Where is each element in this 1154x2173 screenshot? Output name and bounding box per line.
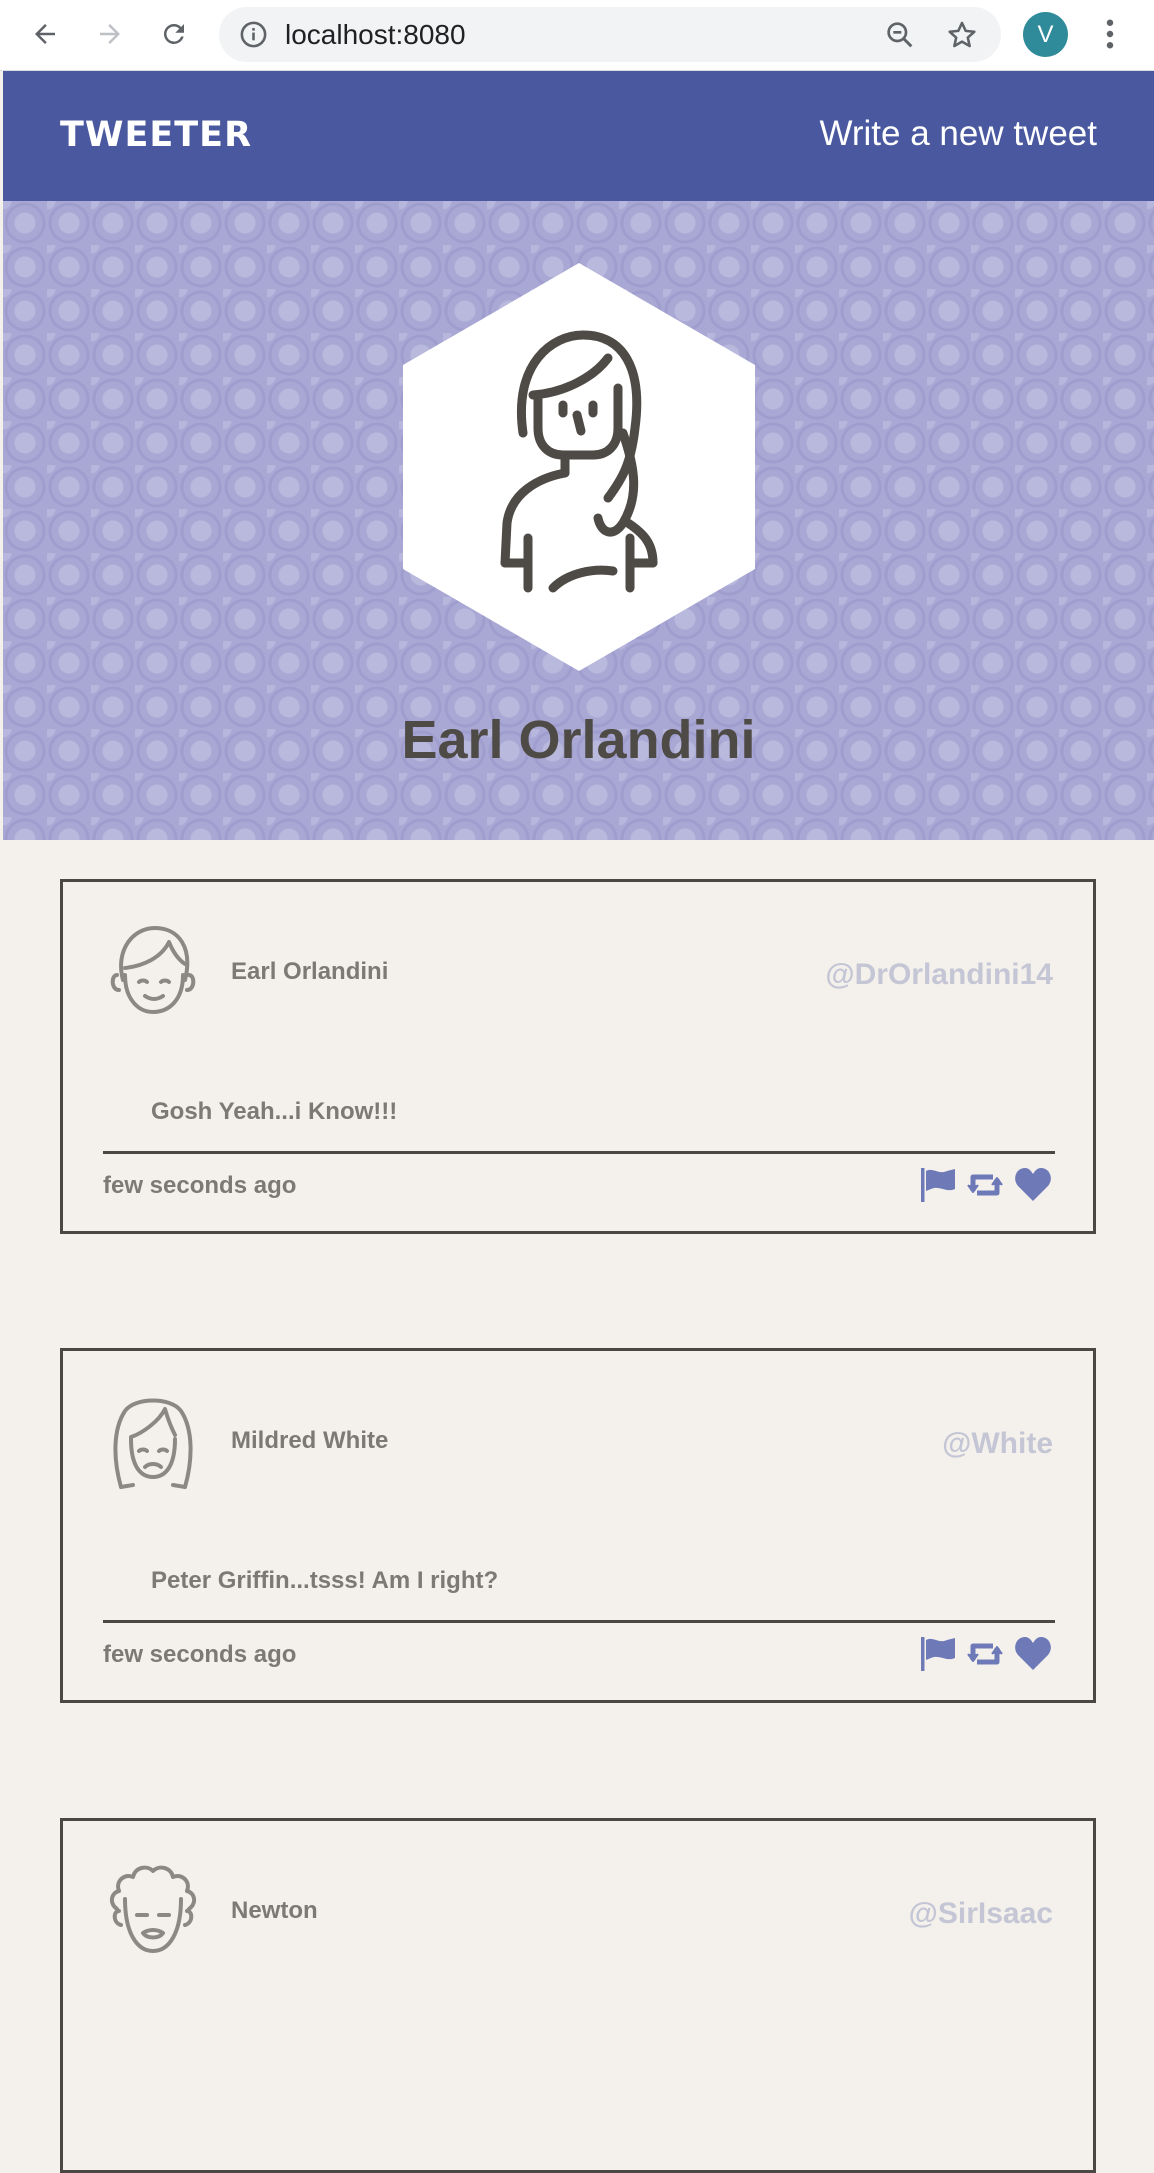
- forward-arrow-icon[interactable]: [90, 14, 130, 54]
- tweet-actions: [917, 1165, 1053, 1205]
- tweet-divider: [103, 1151, 1055, 1154]
- profile-header: Earl Orlandini: [3, 201, 1154, 840]
- tweet-timestamp: few seconds ago: [103, 1641, 297, 1668]
- curly-hair-avatar-icon: [110, 1865, 196, 1953]
- tweet-timestamp: few seconds ago: [103, 1172, 297, 1199]
- profile-name: Earl Orlandini: [401, 710, 756, 770]
- zoom-out-icon[interactable]: [884, 19, 916, 51]
- reload-icon[interactable]: [154, 14, 194, 54]
- woman-sad-avatar-icon: [113, 1398, 193, 1489]
- tweet-content: Gosh Yeah...i Know!!!: [151, 1098, 398, 1125]
- info-icon[interactable]: [238, 19, 269, 50]
- profile-avatar[interactable]: V: [1023, 12, 1068, 57]
- tweet-author-handle[interactable]: @DrOrlandini14: [825, 958, 1053, 992]
- heart-icon[interactable]: [1013, 1165, 1053, 1205]
- tweet-card: Earl Orlandini @DrOrlandini14 Gosh Yeah.…: [60, 879, 1096, 1234]
- star-icon[interactable]: [945, 18, 979, 52]
- address-bar[interactable]: localhost:8080: [219, 7, 1001, 62]
- tweet-content: Peter Griffin...tsss! Am I right?: [151, 1567, 499, 1594]
- woman-avatar-icon: [500, 330, 658, 593]
- tweet-author-name: Mildred White: [231, 1427, 389, 1454]
- tweet-author-name: Newton: [231, 1897, 318, 1924]
- back-arrow-icon[interactable]: [25, 14, 65, 54]
- brand-logo[interactable]: TWEETER: [60, 115, 252, 155]
- tweet-divider: [103, 1620, 1055, 1623]
- tweet-card: Newton @SirIsaac: [60, 1818, 1096, 2173]
- retweet-icon[interactable]: [965, 1634, 1005, 1674]
- man-avatar-icon: [110, 926, 196, 1014]
- tweet-card: Mildred White @White Peter Griffin...tss…: [60, 1348, 1096, 1703]
- tweet-author-handle[interactable]: @White: [942, 1427, 1053, 1461]
- flag-icon[interactable]: [917, 1634, 957, 1674]
- tweet-author-name: Earl Orlandini: [231, 958, 389, 985]
- browser-toolbar: localhost:8080 V: [0, 0, 1154, 71]
- write-new-tweet-link[interactable]: Write a new tweet: [819, 114, 1097, 154]
- navbar: TWEETER Write a new tweet: [3, 71, 1154, 201]
- heart-icon[interactable]: [1013, 1634, 1053, 1674]
- more-vert-icon[interactable]: [1095, 14, 1125, 54]
- retweet-icon[interactable]: [965, 1165, 1005, 1205]
- flag-icon[interactable]: [917, 1165, 957, 1205]
- profile-avatar-hexagon: [403, 263, 755, 671]
- tweet-author-handle[interactable]: @SirIsaac: [909, 1897, 1053, 1931]
- tweet-actions: [917, 1634, 1053, 1674]
- url-text[interactable]: localhost:8080: [285, 19, 466, 51]
